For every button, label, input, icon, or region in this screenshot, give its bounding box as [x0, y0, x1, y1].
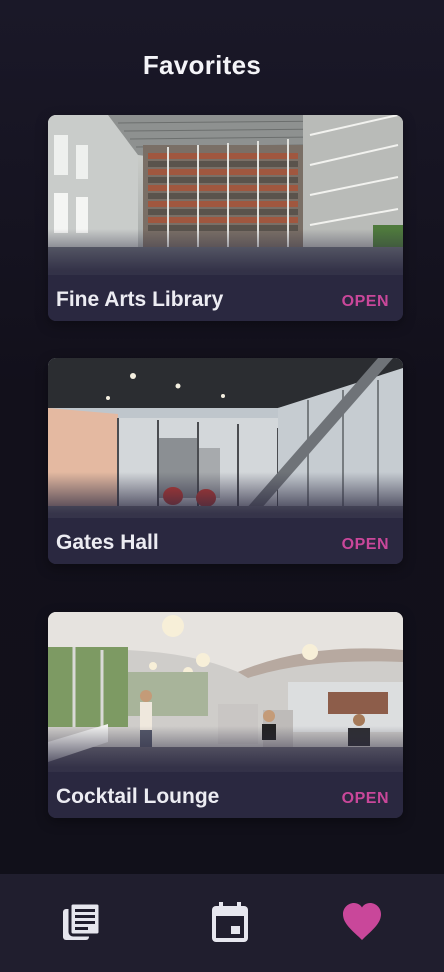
heart-icon: [340, 900, 384, 949]
status-badge: OPEN: [341, 293, 389, 310]
page-title: Favorites: [142, 50, 262, 80]
favorite-card-cocktail-lounge[interactable]: Cocktail Lounge OPEN: [48, 612, 403, 818]
favorite-card-fine-arts-library[interactable]: Fine Arts Library OPEN: [48, 115, 403, 321]
bottom-navigation: [0, 874, 444, 972]
news-list-icon: [60, 900, 104, 949]
favorites-screen: Favorites Fine Arts Library OPEN Gates H…: [0, 0, 444, 972]
nav-tab-favorites[interactable]: [340, 902, 384, 946]
calendar-icon: [208, 900, 252, 949]
status-badge: OPEN: [341, 790, 389, 807]
status-badge: OPEN: [341, 536, 389, 553]
card-title: Cocktail Lounge: [56, 785, 220, 808]
nav-tab-news[interactable]: [60, 900, 104, 949]
card-title: Gates Hall: [56, 531, 159, 554]
card-title: Fine Arts Library: [56, 288, 224, 311]
favorite-card-gates-hall[interactable]: Gates Hall OPEN: [48, 358, 403, 564]
nav-tab-calendar[interactable]: [208, 900, 252, 949]
